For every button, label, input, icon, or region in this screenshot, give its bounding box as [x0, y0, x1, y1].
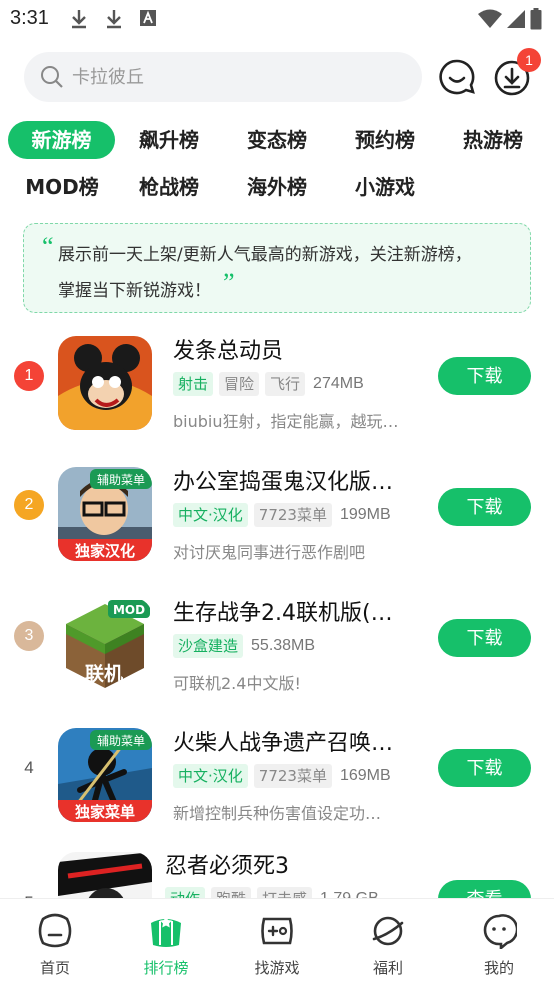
ranking-notice: “ 展示前一天上架/更新人气最高的新游戏，关注新游榜， 掌握当下新锐游戏！ ” [23, 223, 531, 313]
game-tag: 冒险 [219, 372, 260, 396]
tab-shooter[interactable]: 枪战榜 [119, 168, 219, 206]
nav-label: 我的 [483, 959, 514, 977]
game-tags: 射击 冒险 飞行 274MB [173, 372, 364, 396]
game-description: 可联机2.4中文版! [173, 674, 301, 693]
nav-rankings[interactable]: 排行榜 [111, 899, 221, 984]
game-tag: 沙盒建造 [173, 634, 244, 658]
search-input[interactable] [72, 66, 392, 88]
tab-overseas[interactable]: 海外榜 [227, 168, 327, 206]
game-list-item[interactable]: 1 发条总动员 射击 冒险 飞行 274MB biubiu狂射，指定能赢，越玩…… [0, 335, 554, 465]
game-tag: 中文·汉化 [173, 764, 248, 788]
tab-modded[interactable]: 变态榜 [227, 121, 327, 159]
tab-mini-games[interactable]: 小游戏 [335, 168, 435, 206]
profile-icon [483, 914, 517, 949]
game-tags: 沙盒建造 55.38MB [173, 634, 315, 658]
message-icon[interactable] [438, 58, 476, 96]
nav-label: 排行榜 [143, 959, 189, 977]
game-list-item[interactable]: 4 辅助菜单 独家菜单 火柴人战争遗产召唤… 中文·汉化 7723菜单 169M… [0, 727, 554, 857]
icon-banner-label: 独家汉化 [75, 542, 135, 560]
download-button[interactable]: 下载 [438, 488, 531, 526]
download-count-badge: 1 [517, 48, 541, 72]
tab-hot[interactable]: 热游榜 [443, 121, 543, 159]
nav-benefits[interactable]: 福利 [333, 899, 443, 984]
game-icon: MOD 联机 [58, 598, 152, 692]
game-title: 忍者必须死3 [165, 854, 289, 879]
download-button[interactable]: 下载 [438, 619, 531, 657]
nav-find-games[interactable]: 找游戏 [222, 899, 332, 984]
signal-icon [507, 10, 525, 28]
search-bar[interactable] [24, 52, 422, 102]
download-button[interactable]: 下载 [438, 749, 531, 787]
download-button[interactable]: 下载 [438, 357, 531, 395]
app-notification-icon [140, 10, 156, 26]
game-tag: 射击 [173, 372, 214, 396]
status-bar: 3:31 [0, 0, 554, 38]
home-icon [38, 913, 72, 948]
game-icon: 辅助菜单 独家汉化 [58, 467, 152, 561]
notice-line-2: 掌握当下新锐游戏！ [58, 281, 211, 301]
game-title: 发条总动员 [173, 339, 284, 364]
game-size: 199MB [339, 506, 391, 523]
game-tags: 中文·汉化 7723菜单 199MB [173, 503, 391, 527]
battery-icon [530, 8, 542, 30]
nav-profile[interactable]: 我的 [444, 899, 554, 984]
game-icon: 辅助菜单 独家菜单 [58, 728, 152, 822]
rank-badge: 1 [14, 361, 44, 391]
download-status-icon [107, 10, 121, 29]
rank-badge: 4 [24, 758, 34, 777]
nav-label: 找游戏 [254, 959, 300, 977]
game-list-item[interactable]: 2 辅助菜单 独家汉化 办公室捣蛋鬼汉化版… 中文·汉化 7723菜单 199M… [0, 466, 554, 596]
game-description: biubiu狂射，指定能赢，越玩… [173, 412, 399, 431]
icon-banner-label: 联机 [85, 663, 123, 685]
app-screen: 3:31 1 新游榜 飙升榜 变态榜 预约榜 热游榜 MOD榜 枪战榜 海外榜 … [0, 0, 554, 984]
icon-corner-label: 辅助菜单 [97, 473, 145, 487]
game-size: 169MB [339, 767, 391, 784]
game-tag: 7723菜单 [253, 503, 332, 527]
game-description: 对讨厌鬼同事进行恶作剧吧 [173, 543, 366, 562]
game-icon [58, 336, 152, 430]
icon-corner-label: MOD [113, 603, 145, 617]
open-quote-icon: “ [42, 232, 54, 261]
gamepad-icon [261, 917, 293, 945]
wifi-icon [478, 9, 502, 28]
game-tag: 中文·汉化 [173, 503, 248, 527]
close-quote-icon: ” [223, 268, 235, 297]
search-icon [40, 65, 64, 89]
game-tags: 中文·汉化 7723菜单 169MB [173, 764, 391, 788]
status-indicators [478, 8, 542, 30]
download-status-icon [72, 10, 86, 29]
game-title: 火柴人战争遗产召唤… [173, 731, 394, 756]
icon-corner-label: 辅助菜单 [97, 734, 145, 748]
nav-label: 福利 [372, 959, 403, 977]
rank-badge: 2 [14, 490, 44, 520]
game-title: 生存战争2.4联机版(… [173, 601, 393, 626]
game-tag: 飞行 [265, 372, 306, 396]
planet-icon [372, 916, 404, 946]
game-description: 新增控制兵种伤害值设定功… [173, 804, 382, 823]
nav-label: 首页 [39, 959, 70, 977]
tab-mod[interactable]: MOD榜 [13, 168, 111, 206]
game-title: 办公室捣蛋鬼汉化版… [173, 470, 394, 495]
nav-home[interactable]: 首页 [0, 899, 110, 984]
status-time: 3:31 [10, 7, 49, 29]
tab-new-games[interactable]: 新游榜 [8, 121, 115, 159]
game-size: 274MB [313, 375, 364, 392]
rankings-icon [151, 916, 181, 947]
icon-banner-label: 独家菜单 [75, 803, 135, 821]
rank-badge: 3 [14, 621, 44, 651]
game-size: 55.38MB [251, 637, 316, 654]
tab-rising[interactable]: 飙升榜 [119, 121, 219, 159]
tab-reservation[interactable]: 预约榜 [335, 121, 435, 159]
game-list-item[interactable]: 3 MOD 联机 生存战争2.4联机版(… 沙盒建造 55.38MB 可联机2.… [0, 597, 554, 727]
bottom-navigation: 首页 排行榜 找游戏 福利 我的 [0, 898, 554, 984]
notice-line-1: 展示前一天上架/更新人气最高的新游戏，关注新游榜， [58, 245, 472, 265]
game-tag: 7723菜单 [253, 764, 332, 788]
